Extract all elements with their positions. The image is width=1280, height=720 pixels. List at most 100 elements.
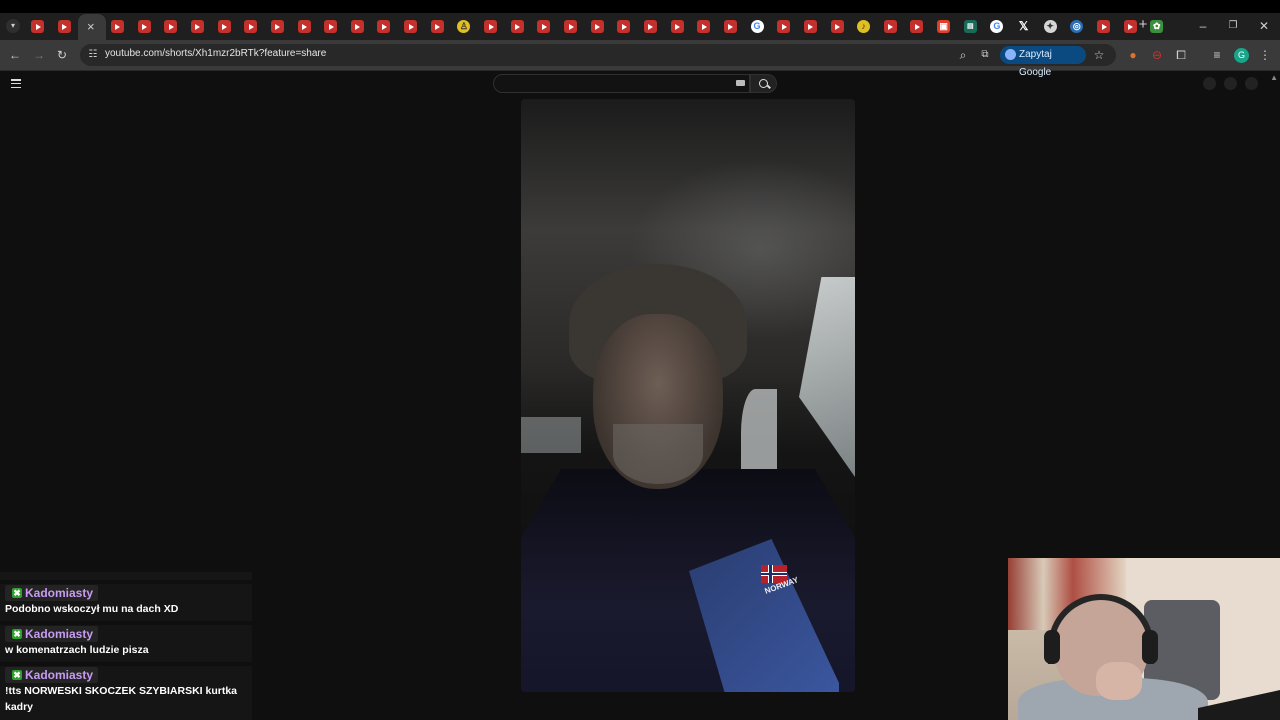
chat-username: ✖ Kadomiasty	[5, 585, 99, 601]
youtube-icon[interactable]	[564, 20, 577, 33]
youtube-icon[interactable]	[484, 20, 498, 33]
tab-close-icon[interactable]: ×	[84, 20, 97, 33]
youtube-icon[interactable]	[803, 20, 817, 33]
scrollbar-up-arrow[interactable]: ▲	[1270, 73, 1278, 82]
youtube-icon[interactable]	[190, 20, 204, 33]
youtube-icon[interactable]	[910, 20, 924, 33]
create-icon[interactable]	[1203, 77, 1216, 90]
youtube-icon[interactable]	[723, 20, 737, 33]
youtube-icon[interactable]	[244, 20, 258, 33]
teal-app-icon[interactable]: ▤	[963, 20, 977, 33]
extension-orange-icon[interactable]: ●	[1125, 47, 1141, 63]
youtube-icon[interactable]	[590, 20, 604, 33]
youtube-icon[interactable]	[430, 20, 444, 33]
youtube-icon[interactable]	[217, 20, 231, 33]
search-icon	[759, 79, 768, 88]
chat-badge-icon: ✖	[12, 588, 22, 598]
account-avatar[interactable]	[1245, 77, 1258, 90]
ask-google-label: Zapytaj Google	[1019, 49, 1052, 78]
keyboard-icon[interactable]	[736, 80, 745, 86]
youtube-icon[interactable]	[164, 20, 178, 33]
youtube-icon[interactable]	[510, 20, 524, 33]
stream-chat-overlay: ✖ Kadomiasty Podobno wskoczył mu na dach…	[0, 572, 252, 720]
youtube-icon[interactable]	[777, 20, 791, 33]
youtube-icon[interactable]	[830, 20, 844, 33]
menu-kebab-icon[interactable]: ⋮	[1257, 47, 1273, 63]
youtube-icon[interactable]	[1097, 20, 1110, 33]
ask-google-button[interactable]: Zapytaj Google	[1000, 46, 1086, 78]
restore-button[interactable]: ❐	[1226, 19, 1240, 33]
webcam-person-hand	[1096, 662, 1142, 700]
youtube-icon[interactable]	[697, 20, 711, 33]
youtube-icon[interactable]	[617, 20, 631, 33]
video-person-beard	[613, 424, 703, 484]
chat-username: ✖ Kadomiasty	[5, 667, 99, 683]
youtube-icon[interactable]	[137, 20, 151, 33]
youtube-icon[interactable]	[537, 20, 551, 33]
chat-message: ✖ Kadomiasty Podobno wskoczył mu na dach…	[0, 584, 252, 621]
youtube-icon[interactable]	[57, 20, 71, 33]
browser-toolbar: ← → ↻ ☷ youtube.com/shorts/Xh1mzr2bRTk?f…	[0, 40, 1280, 71]
minimize-button[interactable]: –	[1196, 19, 1210, 33]
youtube-icon[interactable]	[404, 20, 418, 33]
reload-icon[interactable]: ↻	[54, 47, 70, 63]
open-in-app-icon[interactable]: ⧉	[977, 47, 993, 63]
google-icon[interactable]: G	[990, 20, 1004, 33]
award-icon[interactable]: ♙	[457, 20, 471, 33]
streamer-webcam	[1008, 558, 1280, 720]
close-window-button[interactable]: ✕	[1257, 19, 1271, 33]
forward-arrow-icon[interactable]: →	[31, 47, 47, 63]
google-icon[interactable]: G	[750, 20, 764, 33]
headset-earcup-left	[1044, 630, 1060, 664]
red-app-icon[interactable]: ▣	[937, 20, 951, 33]
tab-strip: ▾ × ♙ G ♪ ▣ ▤ G 𝕏 ✦ ◎ ✿ + – ❐ ✕	[0, 0, 1280, 40]
chat-username: ✖ Kadomiasty	[5, 626, 99, 642]
notifications-icon[interactable]	[1224, 77, 1237, 90]
shorts-video-player[interactable]: NORWAY	[521, 99, 855, 692]
youtube-icon[interactable]	[1123, 20, 1137, 33]
chat-message: ✖ Kadomiasty !tts NORWESKI SKOCZEK SZYBI…	[0, 666, 252, 720]
youtube-icon[interactable]	[270, 20, 284, 33]
leaf-icon[interactable]: ✿	[1150, 20, 1164, 33]
youtube-icon[interactable]	[670, 20, 684, 33]
youtube-icon[interactable]	[643, 20, 657, 33]
lens-icon	[1005, 49, 1016, 60]
video-car-window-left	[521, 417, 581, 453]
x-icon[interactable]: 𝕏	[1017, 20, 1030, 33]
chat-badge-icon: ✖	[12, 670, 22, 680]
youtube-icon[interactable]	[350, 20, 364, 33]
guide-menu-icon[interactable]	[11, 79, 21, 89]
bell-icon[interactable]: ♪	[857, 20, 871, 33]
chat-message-text: !tts NORWESKI SKOCZEK SZYBIARSKI kurtka …	[5, 685, 237, 713]
headset-earcup-right	[1142, 630, 1158, 664]
profile-avatar[interactable]: G	[1234, 48, 1249, 63]
chat-badge-icon: ✖	[12, 629, 22, 639]
tab-strip-top-bar	[0, 0, 1280, 13]
youtube-icon[interactable]	[110, 20, 124, 33]
youtube-icon[interactable]	[31, 20, 44, 33]
youtube-icon[interactable]	[377, 20, 391, 33]
zoom-search-icon[interactable]: ⌕	[955, 47, 971, 63]
address-bar[interactable]: ☷ youtube.com/shorts/Xh1mzr2bRTk?feature…	[80, 44, 1116, 66]
extensions-puzzle-icon[interactable]: ⧠	[1173, 47, 1189, 63]
new-tab-button[interactable]: +	[1137, 17, 1149, 32]
chat-message: ✖ Kadomiasty w komenatrzach ludzie pisza	[0, 625, 252, 662]
chat-message-text: Podobno wskoczył mu na dach XD	[5, 603, 179, 615]
media-controls-icon[interactable]: ≡	[1209, 47, 1225, 63]
gray-app-icon[interactable]: ✦	[1043, 20, 1057, 33]
url-text[interactable]: youtube.com/shorts/Xh1mzr2bRTk?feature=s…	[105, 48, 326, 59]
youtube-icon[interactable]	[883, 20, 897, 33]
extension-red-icon[interactable]: ⊖	[1149, 47, 1165, 63]
video-car-window-right	[799, 277, 855, 477]
site-settings-icon[interactable]: ☷	[85, 47, 101, 63]
chat-message-text: w komenatrzach ludzie pisza	[5, 644, 149, 656]
search-button[interactable]	[750, 74, 777, 93]
youtube-icon[interactable]	[297, 20, 311, 33]
tab-search-chevron-icon[interactable]: ▾	[6, 19, 20, 33]
chat-top-bar	[0, 572, 252, 580]
bookmark-star-icon[interactable]: ☆	[1091, 47, 1107, 63]
search-input[interactable]	[493, 74, 750, 93]
youtube-icon[interactable]	[324, 20, 338, 33]
steam-icon[interactable]: ◎	[1070, 20, 1084, 33]
back-arrow-icon[interactable]: ←	[7, 47, 23, 63]
